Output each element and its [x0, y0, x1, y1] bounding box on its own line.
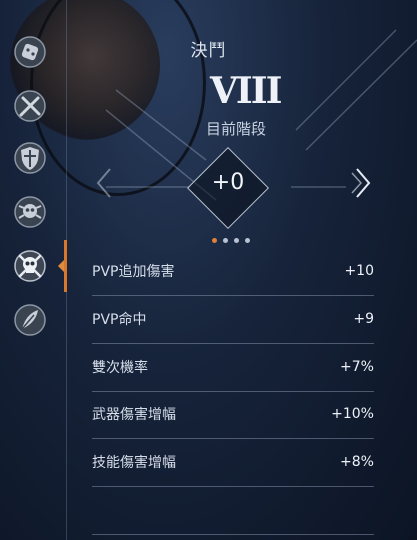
sidebar-item-duel[interactable] — [8, 244, 64, 288]
stat-value: +10% — [331, 406, 374, 422]
page-dot[interactable] — [212, 238, 217, 243]
stat-value: +8% — [340, 454, 374, 470]
crossed-swords-icon — [14, 90, 46, 122]
feather-icon — [14, 304, 46, 336]
skull-emblem-icon — [14, 196, 46, 228]
stat-row: PVP命中 +9 — [92, 295, 374, 344]
stat-label: 雙次機率 — [92, 360, 148, 376]
stat-label: PVP命中 — [92, 312, 147, 328]
chevron-right-icon[interactable] — [349, 163, 377, 203]
rank-label: 目前階段 — [205, 120, 266, 138]
sidebar-item-defense[interactable] — [8, 136, 52, 180]
category-sidebar — [0, 0, 67, 540]
skull-crossbones-icon — [14, 250, 46, 282]
stat-value: +10 — [344, 263, 374, 279]
page-title: 決鬥 — [190, 41, 227, 61]
page-dot[interactable] — [245, 238, 250, 243]
stat-value: +7% — [340, 359, 374, 375]
stat-label: 技能傷害增幅 — [92, 455, 176, 471]
chevron-left-icon[interactable] — [90, 163, 118, 203]
page-dot[interactable] — [234, 238, 239, 243]
sidebar-item-skull-emblem[interactable] — [8, 190, 52, 234]
stat-label: 武器傷害增幅 — [92, 407, 176, 423]
sidebar-item-feather[interactable] — [8, 298, 52, 342]
stat-row: PVP追加傷害 +10 — [92, 247, 374, 296]
stat-label: PVP追加傷害 — [92, 264, 175, 280]
page-dot[interactable] — [223, 238, 228, 243]
active-tab-indicator — [64, 240, 67, 292]
stat-value: +9 — [353, 311, 374, 327]
shield-icon — [14, 142, 46, 174]
divider — [92, 534, 374, 535]
level-value: +0 — [211, 170, 245, 195]
rank-numeral: VIII — [210, 70, 282, 112]
stat-row: 技能傷害增幅 +8% — [92, 438, 374, 487]
sidebar-item-weapons[interactable] — [8, 84, 52, 128]
stat-row: 雙次機率 +7% — [92, 343, 374, 392]
page-indicator — [212, 238, 250, 243]
stat-row: 武器傷害增幅 +10% — [92, 390, 374, 439]
